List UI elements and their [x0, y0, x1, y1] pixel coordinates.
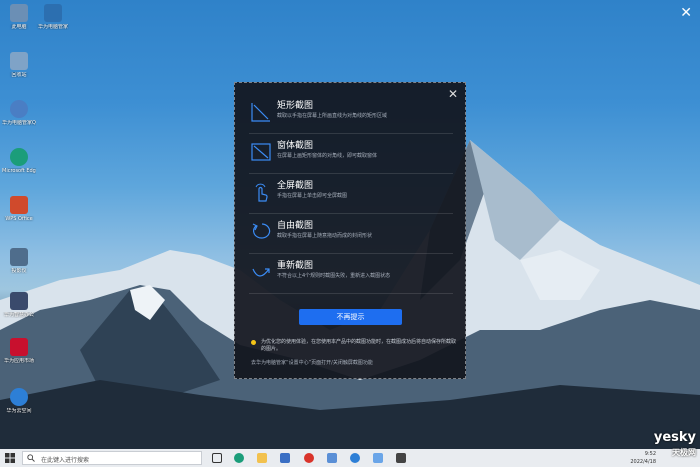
huawei-icon[interactable] [304, 453, 314, 463]
store-icon[interactable] [280, 453, 290, 463]
desktop-icon-label: WPS Office [5, 216, 33, 222]
desktop-icon-wps[interactable]: WPS Office [2, 196, 36, 222]
edge-taskbar-icon[interactable] [234, 453, 244, 463]
pc-manager-icon [44, 4, 62, 22]
screenshot-taskbar-icon[interactable] [396, 453, 406, 463]
window-screenshot-icon [251, 143, 271, 161]
desktop-icon-app-market[interactable]: 华为应用市场 [2, 338, 36, 364]
clock-date: 2022/4/18 [630, 459, 656, 465]
edge-icon [10, 148, 28, 166]
desktop-icon-label: Microsoft Edge [2, 168, 36, 174]
file-explorer-icon[interactable] [257, 453, 267, 463]
option-title: 自由截图 [277, 221, 314, 231]
free-shape-icon [252, 223, 271, 239]
taskbar: 在此键入进行搜索 9:52 2022/4/18 [0, 449, 700, 467]
info-dot-icon [251, 340, 256, 345]
watermark-text: 天极网 [672, 448, 696, 457]
desktop-icon-recycle-bin[interactable]: 回收站 [2, 52, 36, 78]
desktop-icon-label: 华为云空间 [6, 408, 32, 414]
desktop-icon-label: 华为电脑管家 [37, 24, 68, 30]
screenshot-guide-dialog: ✕ 矩形截图 截取以手指在屏幕上所画直线为对角线的矩形区域 窗体截图 在屏幕上画… [234, 82, 466, 379]
option-desc: 截取以手指在屏幕上所画直线为对角线的矩形区域 [277, 113, 388, 119]
taskbar-search-box[interactable]: 在此键入进行搜索 [22, 451, 202, 465]
office-icon [10, 292, 28, 310]
footer-text: 去华为电脑管家“设置中心”页面打开/关闭触屏截图功能 [251, 360, 373, 366]
desktop-icon-label: 此电脑 [11, 24, 27, 30]
clock-time: 9:52 [644, 451, 656, 457]
option-title: 重新截图 [277, 261, 314, 271]
desktop-icon-label: 回收站 [11, 72, 27, 78]
option-desc: 不符合以上4个规则时截图失败，重新进入截图状态 [277, 273, 391, 279]
windows-start-icon[interactable] [5, 453, 15, 463]
option-title: 矩形截图 [277, 101, 314, 111]
dont-show-again-button[interactable]: 不再提示 [299, 309, 402, 325]
notice-text: 为优化您的使用体验，在您使用本产品中的截图功能时，在截图成功后将自动保存所截取的… [261, 339, 457, 352]
desktop-icon-label: 华为智慧办公 [3, 312, 34, 318]
app-taskbar-icon[interactable] [373, 453, 383, 463]
option-fullscreen-screenshot[interactable]: 全屏截图 手指在屏幕上单击即可全屏截图 [249, 175, 453, 214]
wps-icon [10, 196, 28, 214]
cloud-taskbar-icon[interactable] [350, 453, 360, 463]
desktop-icon-projector[interactable]: 投影仪 [2, 248, 36, 274]
option-title: 全屏截图 [277, 181, 314, 191]
chat-taskbar-icon[interactable] [327, 453, 337, 463]
option-title: 窗体截图 [277, 141, 314, 151]
tap-hand-icon [255, 183, 268, 202]
cloud-icon [10, 388, 28, 406]
retake-icon [252, 268, 270, 277]
computer-icon [10, 4, 28, 22]
option-retake-screenshot[interactable]: 重新截图 不符合以上4个规则时截图失败，重新进入截图状态 [249, 255, 453, 294]
rectangle-screenshot-icon [251, 103, 270, 122]
taskbar-clock[interactable]: 9:52 2022/4/18 [630, 450, 656, 466]
desktop-icon-label: 华为电脑管家QQ [2, 120, 36, 126]
desktop: 此电脑 华为电脑管家 回收站 华为电脑管家QQ Microsoft Edge W… [0, 0, 700, 467]
desktop-icon-label: 华为应用市场 [3, 358, 34, 364]
desktop-icon-edge[interactable]: Microsoft Edge [2, 148, 36, 174]
watermark-logo: yesky [653, 430, 696, 445]
desktop-icon-office[interactable]: 华为智慧办公 [2, 292, 36, 318]
option-desc: 截取手指在屏幕上随意拖动而成的封闭形状 [277, 233, 373, 239]
option-window-screenshot[interactable]: 窗体截图 在屏幕上画矩形窗体的对角线，即可截取窗体 [249, 135, 453, 174]
desktop-icon-pc-manager[interactable]: 华为电脑管家 [36, 4, 70, 30]
desktop-icon-chat[interactable]: 华为电脑管家QQ [2, 100, 36, 126]
option-free-screenshot[interactable]: 自由截图 截取手指在屏幕上随意拖动而成的封闭形状 [249, 215, 453, 254]
desktop-icon-cloud[interactable]: 华为云空间 [2, 388, 36, 414]
projector-icon [10, 248, 28, 266]
option-desc: 在屏幕上画矩形窗体的对角线，即可截取窗体 [277, 153, 378, 159]
option-rectangle-screenshot[interactable]: 矩形截图 截取以手指在屏幕上所画直线为对角线的矩形区域 [249, 95, 453, 134]
chat-icon [10, 100, 28, 118]
desktop-icon-this-pc[interactable]: 此电脑 [2, 4, 36, 30]
recycle-bin-icon [10, 52, 28, 70]
desktop-icon-label: 投影仪 [11, 268, 27, 274]
search-placeholder: 在此键入进行搜索 [41, 457, 90, 464]
task-view-icon[interactable] [212, 453, 222, 463]
screen-close-icon[interactable]: ✕ [680, 5, 692, 21]
search-icon [27, 454, 35, 462]
app-market-icon [10, 338, 28, 356]
option-desc: 手指在屏幕上单击即可全屏截图 [277, 193, 348, 199]
